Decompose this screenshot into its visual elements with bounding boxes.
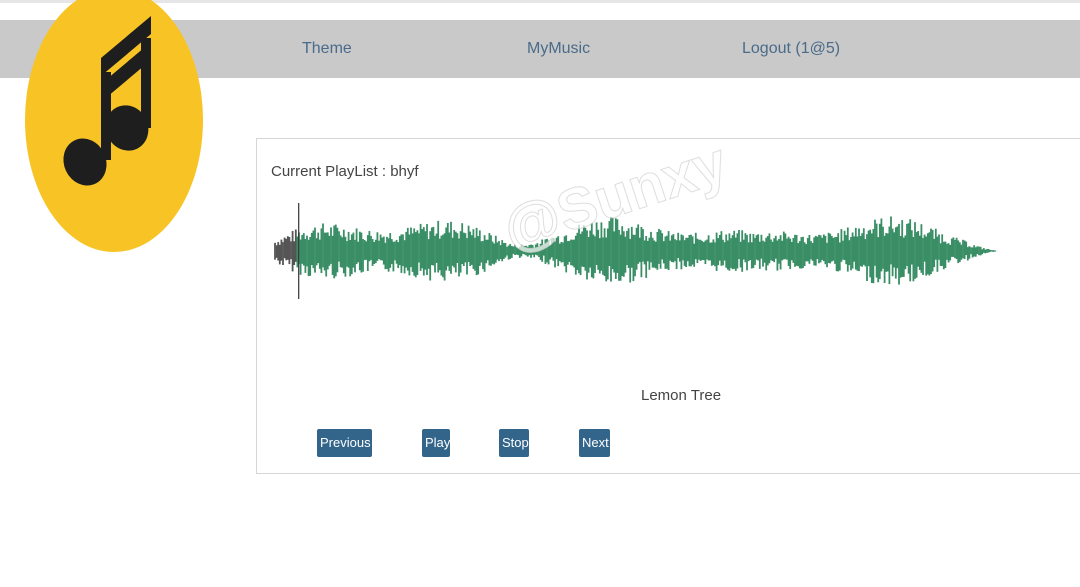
stop-button[interactable]: Stop [499, 429, 529, 457]
nav-mymusic-link[interactable]: MyMusic [527, 20, 590, 78]
previous-button[interactable]: Previous [317, 429, 372, 457]
app-logo[interactable] [25, 0, 203, 252]
play-button[interactable]: Play [422, 429, 450, 457]
music-player-panel: Current PlayList : bhyf Lemon Tree Previ… [256, 138, 1080, 474]
next-button[interactable]: Next [579, 429, 610, 457]
current-playlist-label: Current PlayList : bhyf [271, 163, 419, 180]
music-note-icon [25, 0, 203, 252]
audio-waveform[interactable] [269, 199, 1009, 301]
nav-logout-link[interactable]: Logout (1@5) [742, 20, 840, 78]
track-title: Lemon Tree [641, 387, 722, 404]
nav-theme-link[interactable]: Theme [302, 20, 352, 78]
